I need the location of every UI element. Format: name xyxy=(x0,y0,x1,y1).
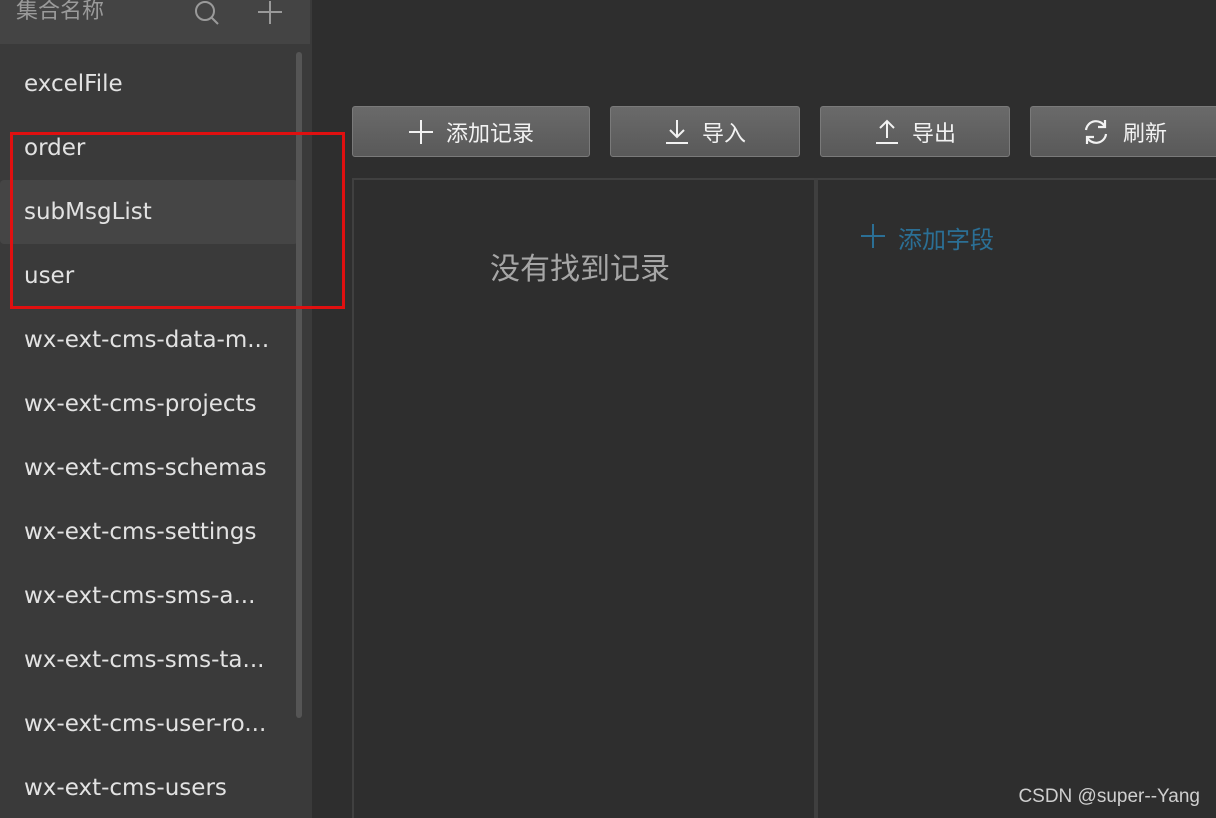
collection-item-label: wx-ext-cms-schemas xyxy=(24,455,267,481)
watermark-text: CSDN @super--Yang xyxy=(1018,786,1200,807)
collection-item-wx-ext-cms-data-m[interactable]: wx-ext-cms-data-m... xyxy=(0,308,298,372)
refresh-icon xyxy=(1081,117,1111,147)
empty-records-message: 没有找到记录 xyxy=(490,252,670,287)
collection-item-wx-ext-cms-projects[interactable]: wx-ext-cms-projects xyxy=(0,372,298,436)
plus-icon xyxy=(408,119,434,145)
collection-item-label: wx-ext-cms-user-ro... xyxy=(24,711,267,737)
collection-item-label: wx-ext-cms-data-m... xyxy=(24,327,270,353)
collection-item-submsglist[interactable]: subMsgList xyxy=(0,180,298,244)
collection-item-user[interactable]: user xyxy=(0,244,298,308)
collection-item-label: wx-ext-cms-settings xyxy=(24,519,257,545)
import-button[interactable]: 导入 xyxy=(610,106,800,157)
fields-panel: 添加字段 xyxy=(818,178,1216,818)
sidebar-scrollbar[interactable] xyxy=(296,52,302,718)
collection-item-excelfile[interactable]: excelFile xyxy=(0,52,298,116)
import-label: 导入 xyxy=(701,121,746,147)
add-field-button[interactable]: 添加字段 xyxy=(860,220,994,255)
collection-item-wx-ext-cms-user-ro[interactable]: wx-ext-cms-user-ro... xyxy=(0,692,298,756)
collection-item-wx-ext-cms-settings[interactable]: wx-ext-cms-settings xyxy=(0,500,298,564)
sidebar-header: 集合名称 xyxy=(0,0,310,44)
add-record-button[interactable]: 添加记录 xyxy=(352,106,590,157)
collection-item-label: order xyxy=(24,135,86,161)
collection-item-label: user xyxy=(24,263,75,289)
collection-item-label: wx-ext-cms-sms-ta... xyxy=(24,647,265,673)
collection-list: excelFile order subMsgList user wx-ext-c… xyxy=(0,52,298,818)
search-icon[interactable] xyxy=(193,0,221,28)
refresh-button[interactable]: 刷新 xyxy=(1030,106,1216,157)
upload-icon xyxy=(874,119,900,145)
add-field-label: 添加字段 xyxy=(898,226,994,254)
collection-item-label: wx-ext-cms-sms-a... xyxy=(24,583,256,609)
collection-sidebar: 集合名称 excelFile order subMsgList user wx-… xyxy=(0,0,312,818)
collection-item-label: wx-ext-cms-projects xyxy=(24,391,257,417)
app-window: 集合名称 excelFile order subMsgList user wx-… xyxy=(0,0,1216,818)
export-button[interactable]: 导出 xyxy=(820,106,1010,157)
collection-item-order[interactable]: order xyxy=(0,116,298,180)
collection-item-wx-ext-cms-users[interactable]: wx-ext-cms-users xyxy=(0,756,298,818)
collection-item-label: excelFile xyxy=(24,71,123,97)
plus-icon xyxy=(860,223,886,253)
collection-item-wx-ext-cms-schemas[interactable]: wx-ext-cms-schemas xyxy=(0,436,298,500)
records-panel: 没有找到记录 xyxy=(352,178,814,818)
sidebar-title: 集合名称 xyxy=(16,0,105,24)
plus-icon[interactable] xyxy=(256,0,284,28)
add-record-label: 添加记录 xyxy=(445,121,534,147)
download-icon xyxy=(664,119,690,145)
collection-item-label: subMsgList xyxy=(24,199,152,225)
export-label: 导出 xyxy=(911,121,956,147)
collection-item-label: wx-ext-cms-users xyxy=(24,775,227,801)
collection-item-wx-ext-cms-sms-a[interactable]: wx-ext-cms-sms-a... xyxy=(0,564,298,628)
refresh-label: 刷新 xyxy=(1123,121,1168,147)
collection-item-wx-ext-cms-sms-ta[interactable]: wx-ext-cms-sms-ta... xyxy=(0,628,298,692)
